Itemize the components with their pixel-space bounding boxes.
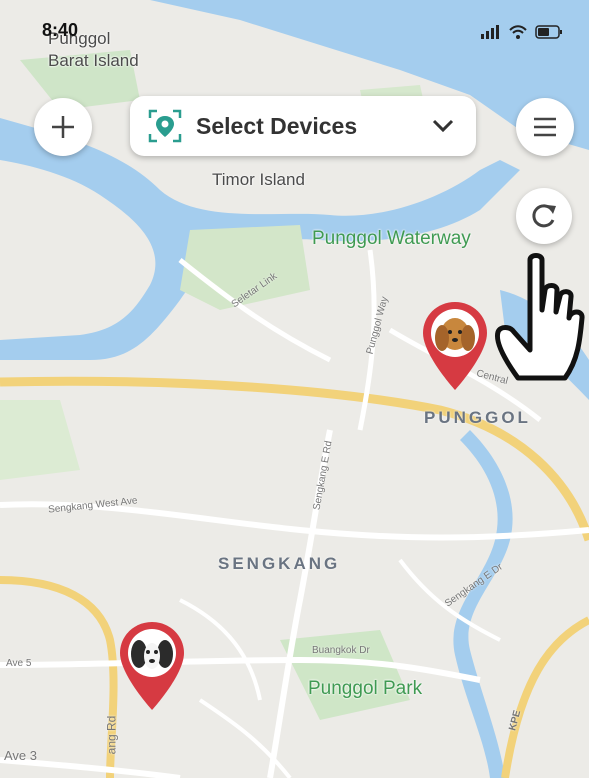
add-button[interactable] [34,98,92,156]
cellular-signal-icon [481,25,499,39]
label-sengkang-district: SENGKANG [218,554,341,573]
plus-icon [52,116,74,138]
battery-icon [535,25,562,39]
location-pin-icon [148,109,182,143]
select-devices-dropdown[interactable]: Select Devices [130,96,476,156]
status-time: 8:40 [42,20,79,40]
refresh-button[interactable] [516,188,572,244]
refresh-icon [532,204,556,228]
hand-pointer-icon [494,253,585,381]
status-icons [481,25,563,39]
select-devices-label: Select Devices [196,112,358,139]
hamburger-icon [534,117,556,137]
chevron-down-icon [432,119,454,133]
menu-button[interactable] [516,98,574,156]
label-timor-island: Timor Island [212,170,305,189]
road-ang-rd: ang Rd [104,715,119,755]
device-pin-dog-brown[interactable] [420,300,490,392]
road-ave-5: Ave 5 [6,658,32,669]
label-punggol-district: PUNGGOL [424,408,531,427]
road-ave-3: Ave 3 [4,748,38,763]
wifi-icon [509,25,527,39]
road-buangkok-dr: Buangkok Dr [312,645,370,656]
map-screen: Punggol Barat Island Timor Island Punggo… [0,0,589,778]
label-punggol-waterway: Punggol Waterway [312,228,471,249]
device-pin-dog-black-white[interactable] [117,620,187,712]
label-punggol-park: Punggol Park [308,678,423,699]
